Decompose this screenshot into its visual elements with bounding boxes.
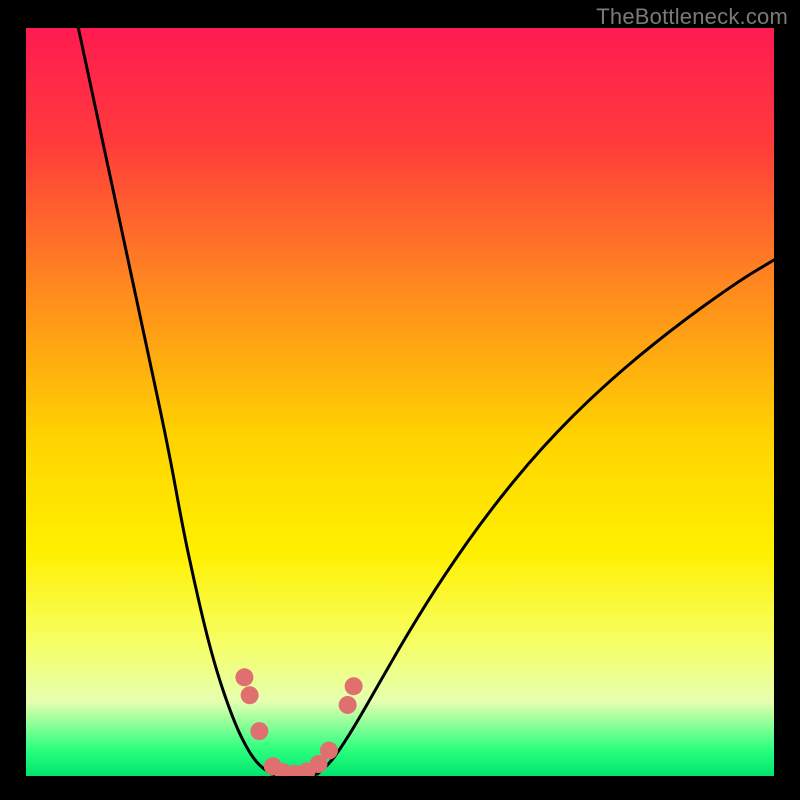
highlight-dots-10 (345, 677, 363, 695)
gradient-background (26, 28, 774, 776)
highlight-dots-1 (241, 686, 259, 704)
watermark-text: TheBottleneck.com (596, 4, 788, 30)
highlight-dots-8 (320, 742, 338, 760)
highlight-dots-0 (235, 668, 253, 686)
highlight-dots-9 (339, 696, 357, 714)
highlight-dots-2 (250, 722, 268, 740)
bottleneck-curve-chart (26, 28, 774, 776)
chart-frame (26, 28, 774, 776)
